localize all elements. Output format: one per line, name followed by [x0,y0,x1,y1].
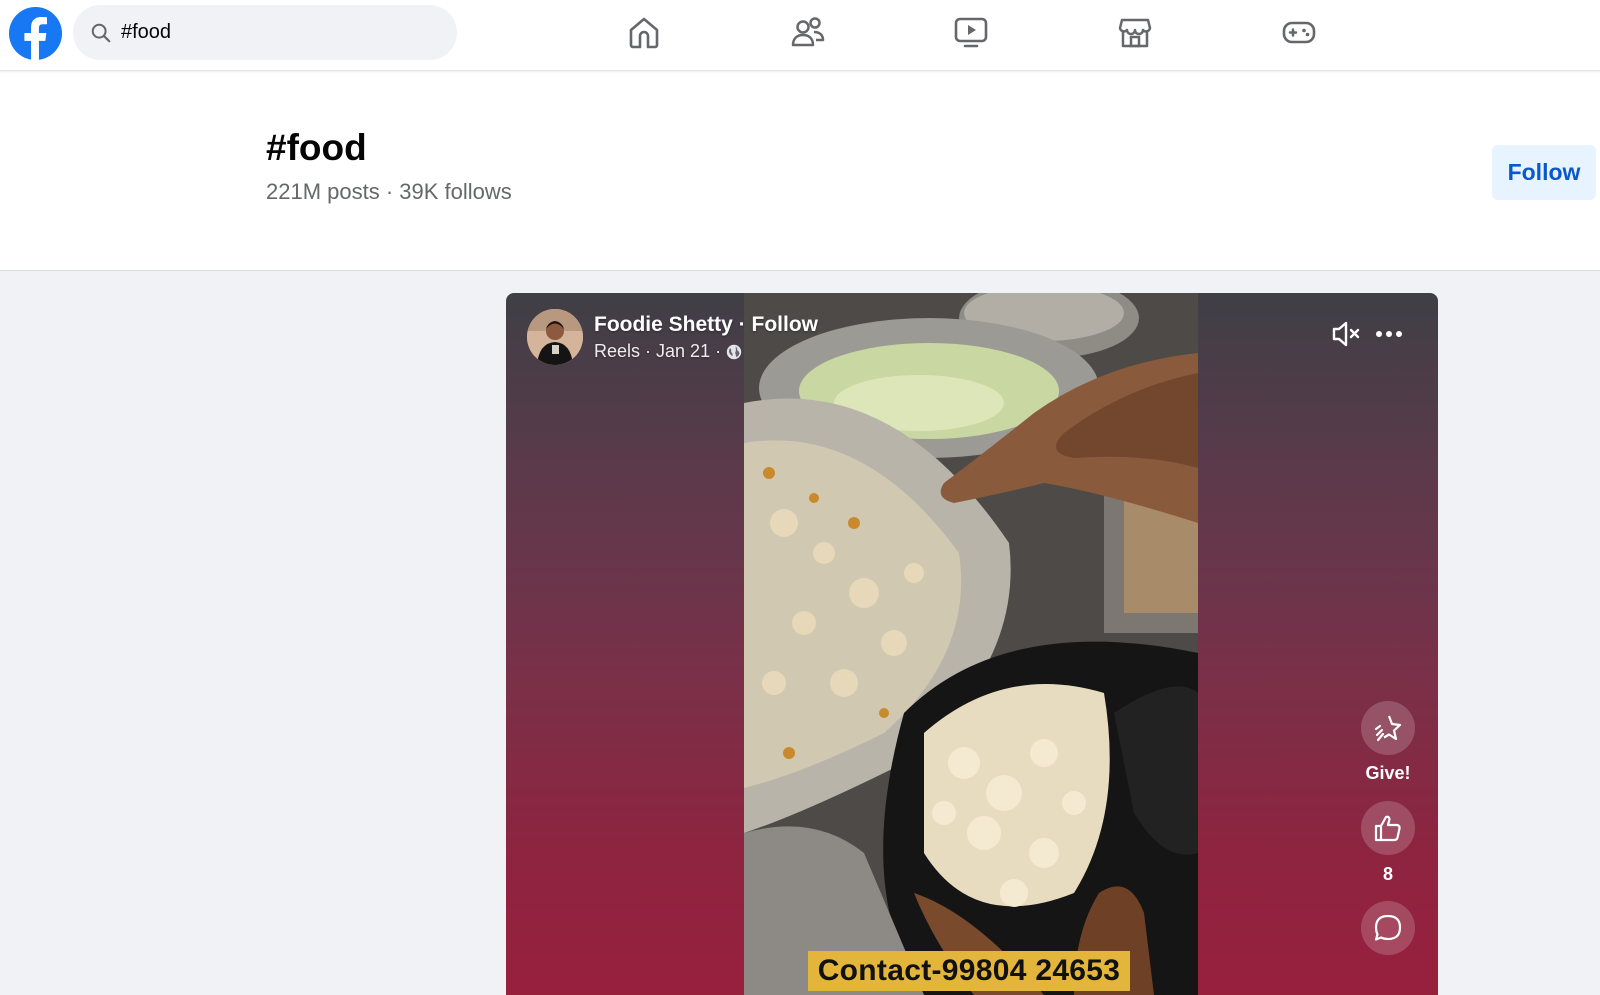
nav-marketplace[interactable] [1115,12,1155,52]
author-avatar[interactable] [527,309,583,365]
follow-author-link[interactable]: Follow [752,313,819,336]
reel-author-line: Foodie Shetty · Follow [594,313,818,337]
like-button[interactable] [1361,801,1415,855]
meta-separator: · [715,341,722,361]
marketplace-icon [1118,18,1152,48]
comment-button[interactable] [1361,901,1415,955]
facebook-logo-icon[interactable] [8,6,63,61]
nav-watch[interactable] [951,12,991,52]
follow-hashtag-button[interactable]: Follow [1492,145,1596,200]
give-stars-button[interactable] [1361,701,1415,755]
thumbs-up-icon [1374,815,1401,842]
nav-friends[interactable] [788,12,828,52]
give-label: Give! [1365,763,1411,783]
star-icon [1374,715,1402,742]
reel-meta-line: Reels · Jan 21 · [594,341,742,362]
comment-icon [1374,914,1402,941]
top-navigation-bar [0,0,1600,71]
like-count: 8 [1382,864,1393,884]
author-separator: · [732,313,752,336]
friends-icon [791,17,825,47]
avatar-image [527,309,583,365]
search-input[interactable] [121,5,441,60]
search-bar[interactable] [73,5,457,60]
search-icon [91,23,111,43]
author-name-link[interactable]: Foodie Shetty [594,313,733,336]
gaming-icon [1282,21,1316,44]
video-contact-caption: Contact-99804 24653 [808,951,1130,991]
hashtag-header: #food 221M posts · 39K follows Follow [0,71,1600,271]
nav-gaming[interactable] [1279,12,1319,52]
globe-icon [726,344,742,359]
post-date[interactable]: Jan 21 [656,341,710,362]
reel-post[interactable]: Contact-99804 24653 Foodie Shetty · Foll… [506,293,1438,995]
hashtag-stats: 221M posts · 39K follows [266,179,512,204]
home-icon [629,17,659,49]
nav-home[interactable] [624,12,664,52]
more-options-icon[interactable] [1374,319,1404,349]
video-frame-image [744,293,1198,995]
watch-icon [954,17,988,48]
mute-icon[interactable] [1330,317,1364,351]
meta-separator: · [645,341,652,361]
reels-label[interactable]: Reels [594,341,640,362]
hashtag-title: #food [266,127,367,168]
reel-video[interactable] [744,293,1198,995]
